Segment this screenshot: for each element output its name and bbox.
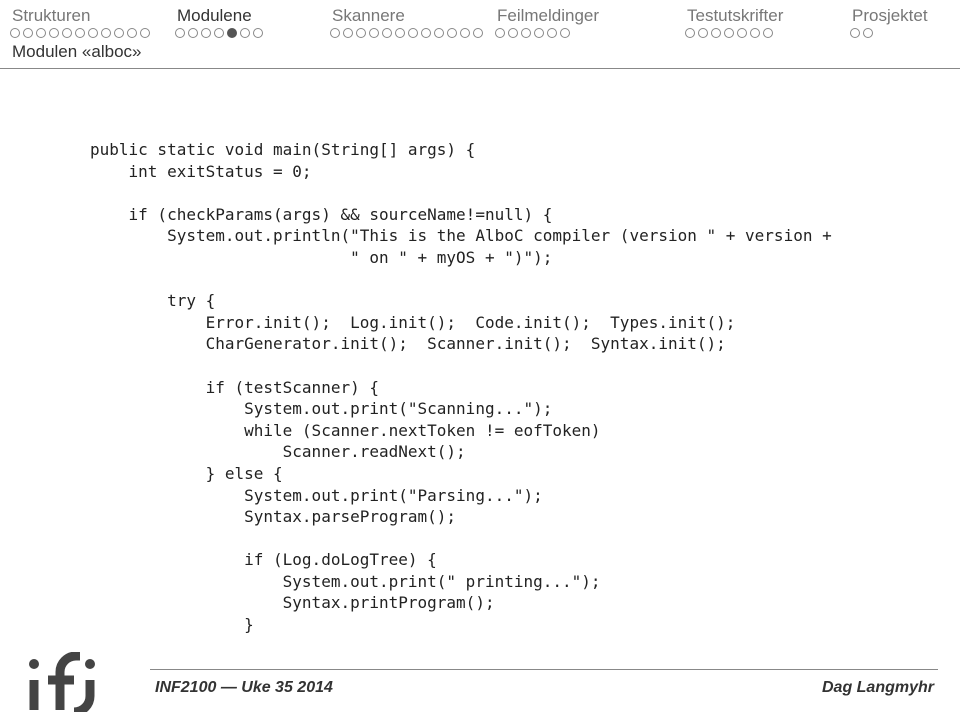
ifi-logo-icon	[20, 652, 140, 717]
progress-dot[interactable]	[23, 28, 33, 38]
nav-label: Skannere	[330, 6, 495, 26]
progress-dot[interactable]	[10, 28, 20, 38]
progress-dot[interactable]	[227, 28, 237, 38]
nav-item-4[interactable]: Testutskrifter	[685, 6, 850, 38]
progress-dot[interactable]	[395, 28, 405, 38]
progress-dot[interactable]	[850, 28, 860, 38]
progress-dot[interactable]	[140, 28, 150, 38]
nav-progress-dots	[10, 28, 175, 38]
progress-dot[interactable]	[460, 28, 470, 38]
progress-dot[interactable]	[201, 28, 211, 38]
progress-dot[interactable]	[253, 28, 263, 38]
nav-progress-dots	[495, 28, 685, 38]
nav-item-1[interactable]: Modulene	[175, 6, 330, 38]
nav-item-5[interactable]: Prosjektet	[850, 6, 950, 38]
nav-label: Testutskrifter	[685, 6, 850, 26]
progress-dot[interactable]	[240, 28, 250, 38]
progress-dot[interactable]	[547, 28, 557, 38]
progress-dot[interactable]	[62, 28, 72, 38]
footer-author: Dag Langmyhr	[822, 679, 934, 697]
progress-dot[interactable]	[685, 28, 695, 38]
progress-dot[interactable]	[560, 28, 570, 38]
progress-dot[interactable]	[214, 28, 224, 38]
progress-dot[interactable]	[521, 28, 531, 38]
code-block: public static void main(String[] args) {…	[90, 139, 960, 636]
progress-dot[interactable]	[447, 28, 457, 38]
nav-label: Strukturen	[10, 6, 175, 26]
slide-content: public static void main(String[] args) {…	[0, 69, 960, 636]
progress-dot[interactable]	[724, 28, 734, 38]
progress-dot[interactable]	[343, 28, 353, 38]
nav-label: Modulene	[175, 6, 330, 26]
progress-dot[interactable]	[508, 28, 518, 38]
footer-course: INF2100 — Uke 35 2014	[155, 679, 333, 697]
progress-dot[interactable]	[408, 28, 418, 38]
footer: INF2100 — Uke 35 2014 Dag Langmyhr	[0, 665, 960, 719]
progress-dot[interactable]	[175, 28, 185, 38]
progress-dot[interactable]	[101, 28, 111, 38]
nav-label: Prosjektet	[850, 6, 950, 26]
top-nav: StrukturenModuleneSkannereFeilmeldingerT…	[0, 0, 960, 38]
progress-dot[interactable]	[737, 28, 747, 38]
section-subtitle: Modulen «alboc»	[0, 38, 960, 69]
progress-dot[interactable]	[763, 28, 773, 38]
progress-dot[interactable]	[369, 28, 379, 38]
progress-dot[interactable]	[421, 28, 431, 38]
progress-dot[interactable]	[698, 28, 708, 38]
progress-dot[interactable]	[36, 28, 46, 38]
progress-dot[interactable]	[127, 28, 137, 38]
progress-dot[interactable]	[473, 28, 483, 38]
progress-dot[interactable]	[434, 28, 444, 38]
nav-item-0[interactable]: Strukturen	[10, 6, 175, 38]
nav-label: Feilmeldinger	[495, 6, 685, 26]
progress-dot[interactable]	[750, 28, 760, 38]
progress-dot[interactable]	[863, 28, 873, 38]
progress-dot[interactable]	[711, 28, 721, 38]
progress-dot[interactable]	[495, 28, 505, 38]
progress-dot[interactable]	[356, 28, 366, 38]
progress-dot[interactable]	[330, 28, 340, 38]
nav-item-2[interactable]: Skannere	[330, 6, 495, 38]
progress-dot[interactable]	[75, 28, 85, 38]
nav-progress-dots	[685, 28, 850, 38]
nav-progress-dots	[330, 28, 495, 38]
nav-progress-dots	[850, 28, 950, 38]
progress-dot[interactable]	[49, 28, 59, 38]
progress-dot[interactable]	[88, 28, 98, 38]
progress-dot[interactable]	[114, 28, 124, 38]
progress-dot[interactable]	[188, 28, 198, 38]
nav-progress-dots	[175, 28, 330, 38]
nav-item-3[interactable]: Feilmeldinger	[495, 6, 685, 38]
progress-dot[interactable]	[382, 28, 392, 38]
footer-rule	[150, 669, 938, 670]
progress-dot[interactable]	[534, 28, 544, 38]
